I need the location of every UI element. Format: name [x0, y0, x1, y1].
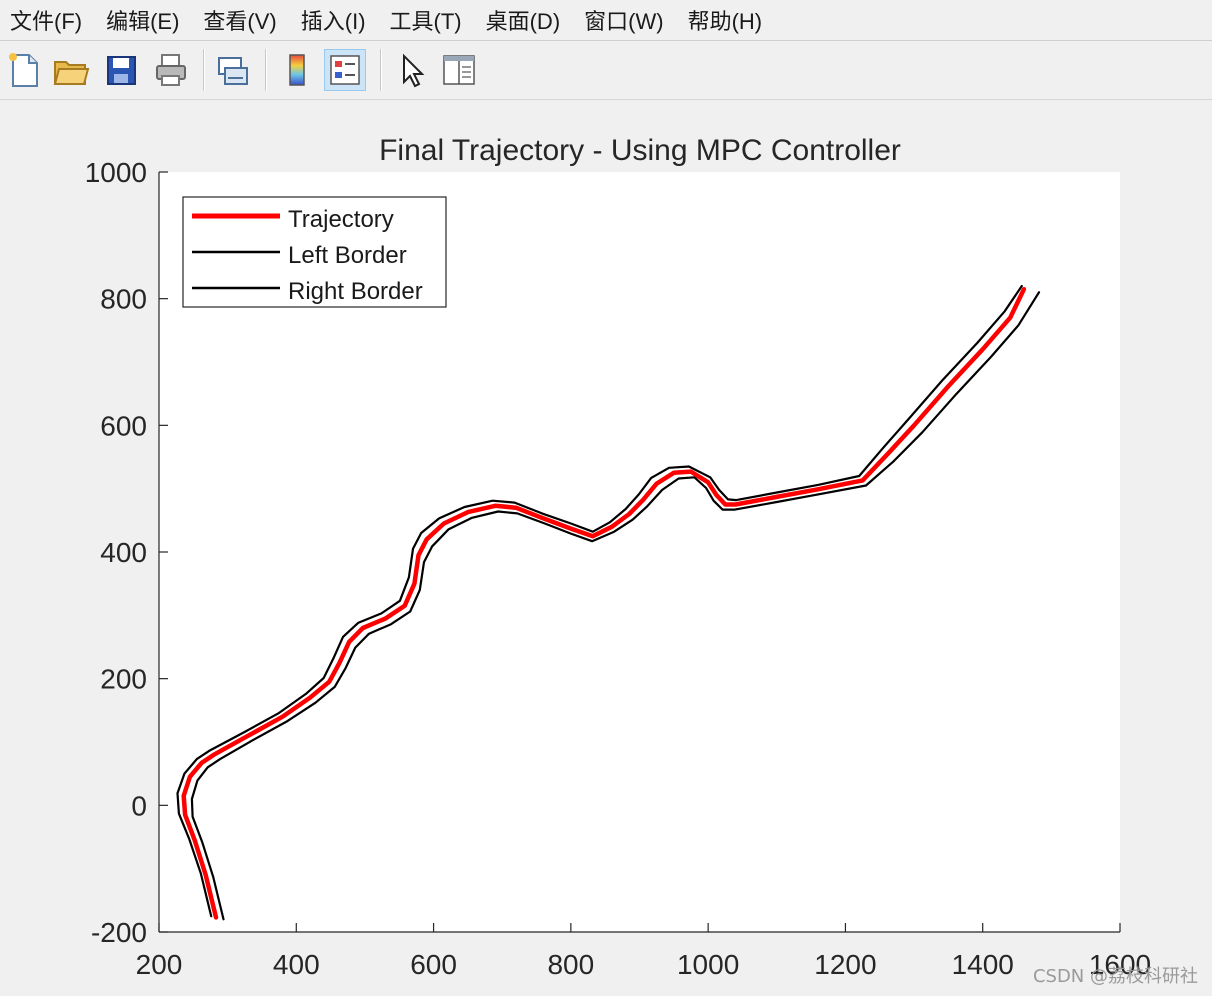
- x-tick-label: 200: [136, 949, 183, 980]
- y-tick-label: 0: [131, 790, 147, 821]
- x-tick-label: 1000: [677, 949, 739, 980]
- x-tick-label: 1400: [952, 949, 1014, 980]
- y-tick-label: -200: [91, 917, 147, 948]
- legend-label-left-border: Left Border: [288, 242, 407, 269]
- y-tick-label: 400: [100, 537, 147, 568]
- y-tick-label: 600: [100, 410, 147, 441]
- y-tick-label: 200: [100, 664, 147, 695]
- series-line-right-border: [190, 291, 1041, 921]
- legend-label-right-border: Right Border: [288, 278, 423, 305]
- figure-canvas: Final Trajectory - Using MPC Controller …: [85, 134, 1151, 980]
- series-line-left-border: [176, 284, 1023, 918]
- x-tick-label: 600: [410, 949, 457, 980]
- y-ticks: -200 0 200 400 600 800 1000: [85, 157, 168, 948]
- y-tick-label: 800: [100, 284, 147, 315]
- series-layer: [176, 284, 1041, 921]
- legend[interactable]: Trajectory Left Border Right Border: [182, 196, 447, 308]
- x-tick-label: 800: [547, 949, 594, 980]
- x-tick-label: 1200: [814, 949, 876, 980]
- legend-label-trajectory: Trajectory: [288, 206, 394, 233]
- x-tick-label: 400: [273, 949, 320, 980]
- chart-title: Final Trajectory - Using MPC Controller: [379, 134, 901, 167]
- series-line-trajectory: [181, 286, 1027, 920]
- y-tick-label: 1000: [85, 157, 147, 188]
- watermark: CSDN @荔枝科研社: [1032, 966, 1198, 987]
